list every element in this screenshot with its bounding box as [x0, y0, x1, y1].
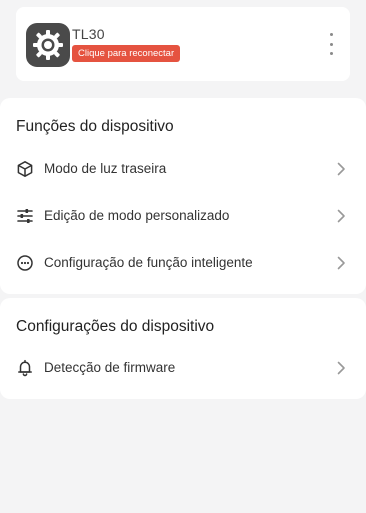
section-title-settings: Configurações do dispositivo	[16, 318, 215, 335]
row-label: Modo de luz traseira	[44, 161, 167, 176]
reconnect-badge[interactable]: Clique para reconectar	[72, 45, 181, 62]
more-dot	[329, 42, 333, 46]
section-title-functions: Funções do dispositivo	[16, 118, 174, 135]
chevron-right-icon	[337, 256, 345, 270]
device-card[interactable]: TL30 Clique para reconectar	[16, 7, 350, 81]
more-dot	[329, 33, 333, 36]
chevron-right-icon	[337, 209, 345, 223]
row-label: Configuração de função inteligente	[44, 255, 253, 270]
row-label: Edição de modo personalizado	[44, 208, 230, 223]
more-options-button[interactable]	[326, 33, 336, 55]
bell-icon	[18, 359, 32, 377]
device-functions-section: Funções do dispositivo Modo de luz trase…	[0, 98, 366, 294]
cube-icon	[17, 161, 33, 177]
dots-circle-icon	[17, 255, 33, 271]
row-backlight-mode[interactable]: Modo de luz traseira	[0, 146, 366, 192]
chevron-right-icon	[337, 361, 345, 375]
device-settings-section: Configurações do dispositivo Detecção de…	[0, 298, 366, 399]
sliders-icon	[17, 209, 33, 223]
more-dot	[329, 52, 333, 55]
row-label: Detecção de firmware	[44, 360, 176, 375]
chevron-right-icon	[337, 162, 345, 176]
row-custom-mode-edit[interactable]: Edição de modo personalizado	[0, 193, 366, 239]
row-firmware-detection[interactable]: Detecção de firmware	[0, 345, 366, 391]
row-smart-function-config[interactable]: Configuração de função inteligente	[0, 240, 366, 286]
device-avatar	[26, 23, 70, 67]
device-name: TL30	[72, 26, 105, 42]
gear-icon	[33, 30, 63, 60]
